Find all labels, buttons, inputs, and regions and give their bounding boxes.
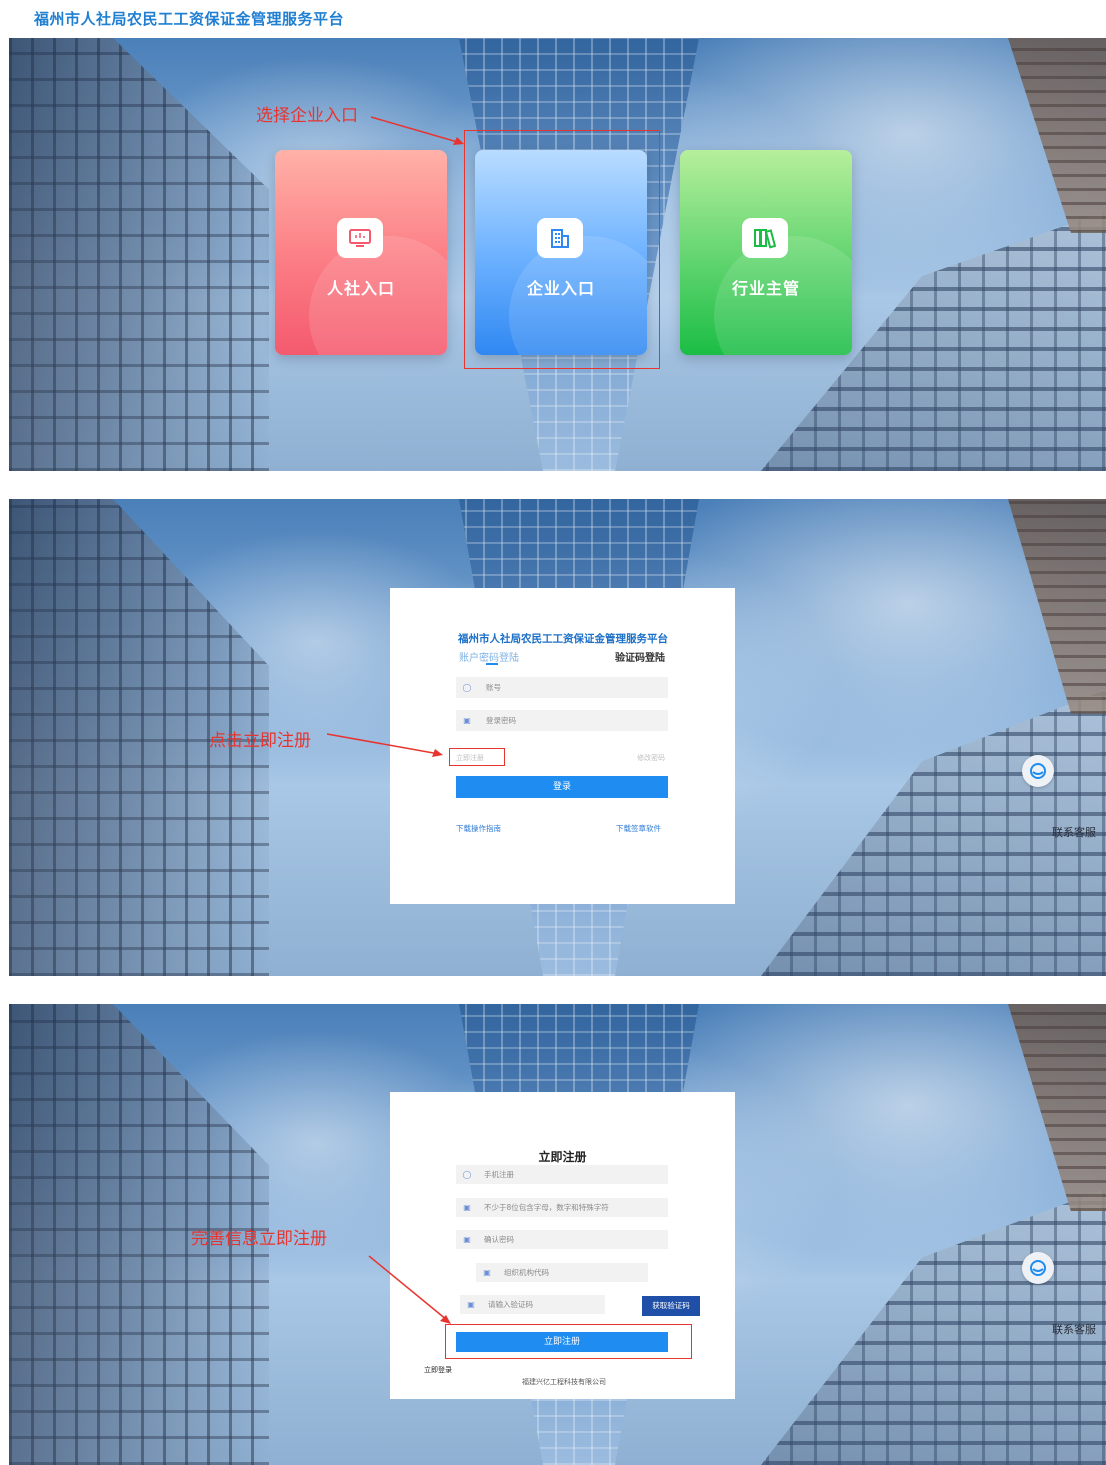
password-placeholder: 登录密码 xyxy=(486,716,516,725)
step3-arrow xyxy=(368,1255,451,1324)
confirm-placeholder: 确认密码 xyxy=(484,1235,514,1244)
register-title: 立即注册 xyxy=(538,1150,587,1164)
headset-icon xyxy=(1030,1260,1046,1276)
confirm-password-input[interactable]: ▣ 确认密码 xyxy=(456,1230,668,1249)
lock-icon: ▣ xyxy=(467,1300,475,1309)
customer-service-button[interactable] xyxy=(1022,1252,1054,1284)
hrss-entry-label: 人社入口 xyxy=(326,279,395,298)
lock-icon: ▣ xyxy=(483,1268,491,1277)
customer-service-button[interactable] xyxy=(1022,755,1054,787)
enterprise-entry-label: 企业入口 xyxy=(526,279,595,298)
org-code-placeholder: 组织机构代码 xyxy=(504,1268,549,1277)
org-code-input[interactable]: ▣ 组织机构代码 xyxy=(476,1263,648,1282)
company-name: 福建兴亿工程科技有限公司 xyxy=(522,1378,606,1386)
building-right-top xyxy=(1008,38,1106,233)
customer-service-label[interactable]: 联系客服 xyxy=(1052,1321,1096,1337)
hrss-entry-card[interactable]: 人社入口 xyxy=(275,150,447,355)
account-input[interactable]: ◯ 账号 xyxy=(456,677,668,698)
password-input[interactable]: ▣ 登录密码 xyxy=(456,710,668,731)
user-icon: ◯ xyxy=(462,1170,472,1179)
password-placeholder: 不少于8位包含字母，数字和特殊字符 xyxy=(484,1203,609,1212)
step3-annotation: 完善信息立即注册 xyxy=(191,1229,327,1249)
active-tab-indicator xyxy=(486,663,498,665)
register-panel: 立即注册 ◯ 手机注册 ▣ 不少于8位包含字母，数字和特殊字符 ▣ 确认密码 ▣… xyxy=(9,1004,1106,1465)
login-button[interactable]: 登录 xyxy=(456,776,668,798)
monitor-icon xyxy=(337,218,383,258)
tab-code-login[interactable]: 验证码登陆 xyxy=(615,649,665,664)
entry-panel: 人社入口 企业入口 行业主管 选择企业入口 xyxy=(9,38,1106,471)
login-now-link[interactable]: 立即登录 xyxy=(424,1365,452,1375)
step2-annotation: 点击立即注册 xyxy=(209,731,311,751)
account-placeholder: 账号 xyxy=(486,683,501,692)
change-password-link[interactable]: 修改密码 xyxy=(637,753,665,763)
building-right-top xyxy=(1008,1004,1106,1212)
login-panel: 福州市人社局农民工工资保证金管理服务平台 账户密码登陆 验证码登陆 ◯ 账号 ▣… xyxy=(9,499,1106,976)
login-title: 福州市人社局农民工工资保证金管理服务平台 xyxy=(458,633,668,645)
register-highlight-box xyxy=(449,748,505,766)
industry-entry-card[interactable]: 行业主管 xyxy=(680,150,852,355)
step1-arrow xyxy=(370,116,464,145)
get-code-button[interactable]: 获取验证码 xyxy=(642,1296,700,1316)
headset-icon xyxy=(1030,763,1046,779)
tab-account-login[interactable]: 账户密码登陆 xyxy=(459,649,519,664)
phone-input[interactable]: ◯ 手机注册 xyxy=(456,1165,668,1184)
lock-icon: ▣ xyxy=(463,1203,471,1212)
lock-icon: ▣ xyxy=(463,716,471,725)
phone-placeholder: 手机注册 xyxy=(484,1170,514,1179)
books-icon xyxy=(742,218,788,258)
customer-service-label[interactable]: 联系客服 xyxy=(1052,824,1096,840)
lock-icon: ▣ xyxy=(463,1235,471,1244)
building-right-top xyxy=(1008,499,1106,714)
platform-title: 福州市人社局农民工工资保证金管理服务平台 xyxy=(34,10,345,28)
download-guide-link[interactable]: 下载操作指南 xyxy=(456,823,501,834)
user-icon: ◯ xyxy=(462,683,472,692)
industry-entry-label: 行业主管 xyxy=(731,279,800,298)
building-left xyxy=(9,38,269,471)
register-card: 立即注册 ◯ 手机注册 ▣ 不少于8位包含字母，数字和特殊字符 ▣ 确认密码 ▣… xyxy=(390,1092,735,1399)
step2-arrow xyxy=(326,733,443,757)
step1-annotation: 选择企业入口 xyxy=(256,106,358,126)
verify-code-input[interactable]: ▣ 请输入验证码 xyxy=(460,1295,605,1314)
password-input[interactable]: ▣ 不少于8位包含字母，数字和特殊字符 xyxy=(456,1198,668,1217)
download-sign-software-link[interactable]: 下载签章软件 xyxy=(616,823,661,834)
submit-highlight-box xyxy=(445,1324,692,1359)
building-icon xyxy=(537,218,583,258)
verify-placeholder: 请输入验证码 xyxy=(488,1300,533,1309)
